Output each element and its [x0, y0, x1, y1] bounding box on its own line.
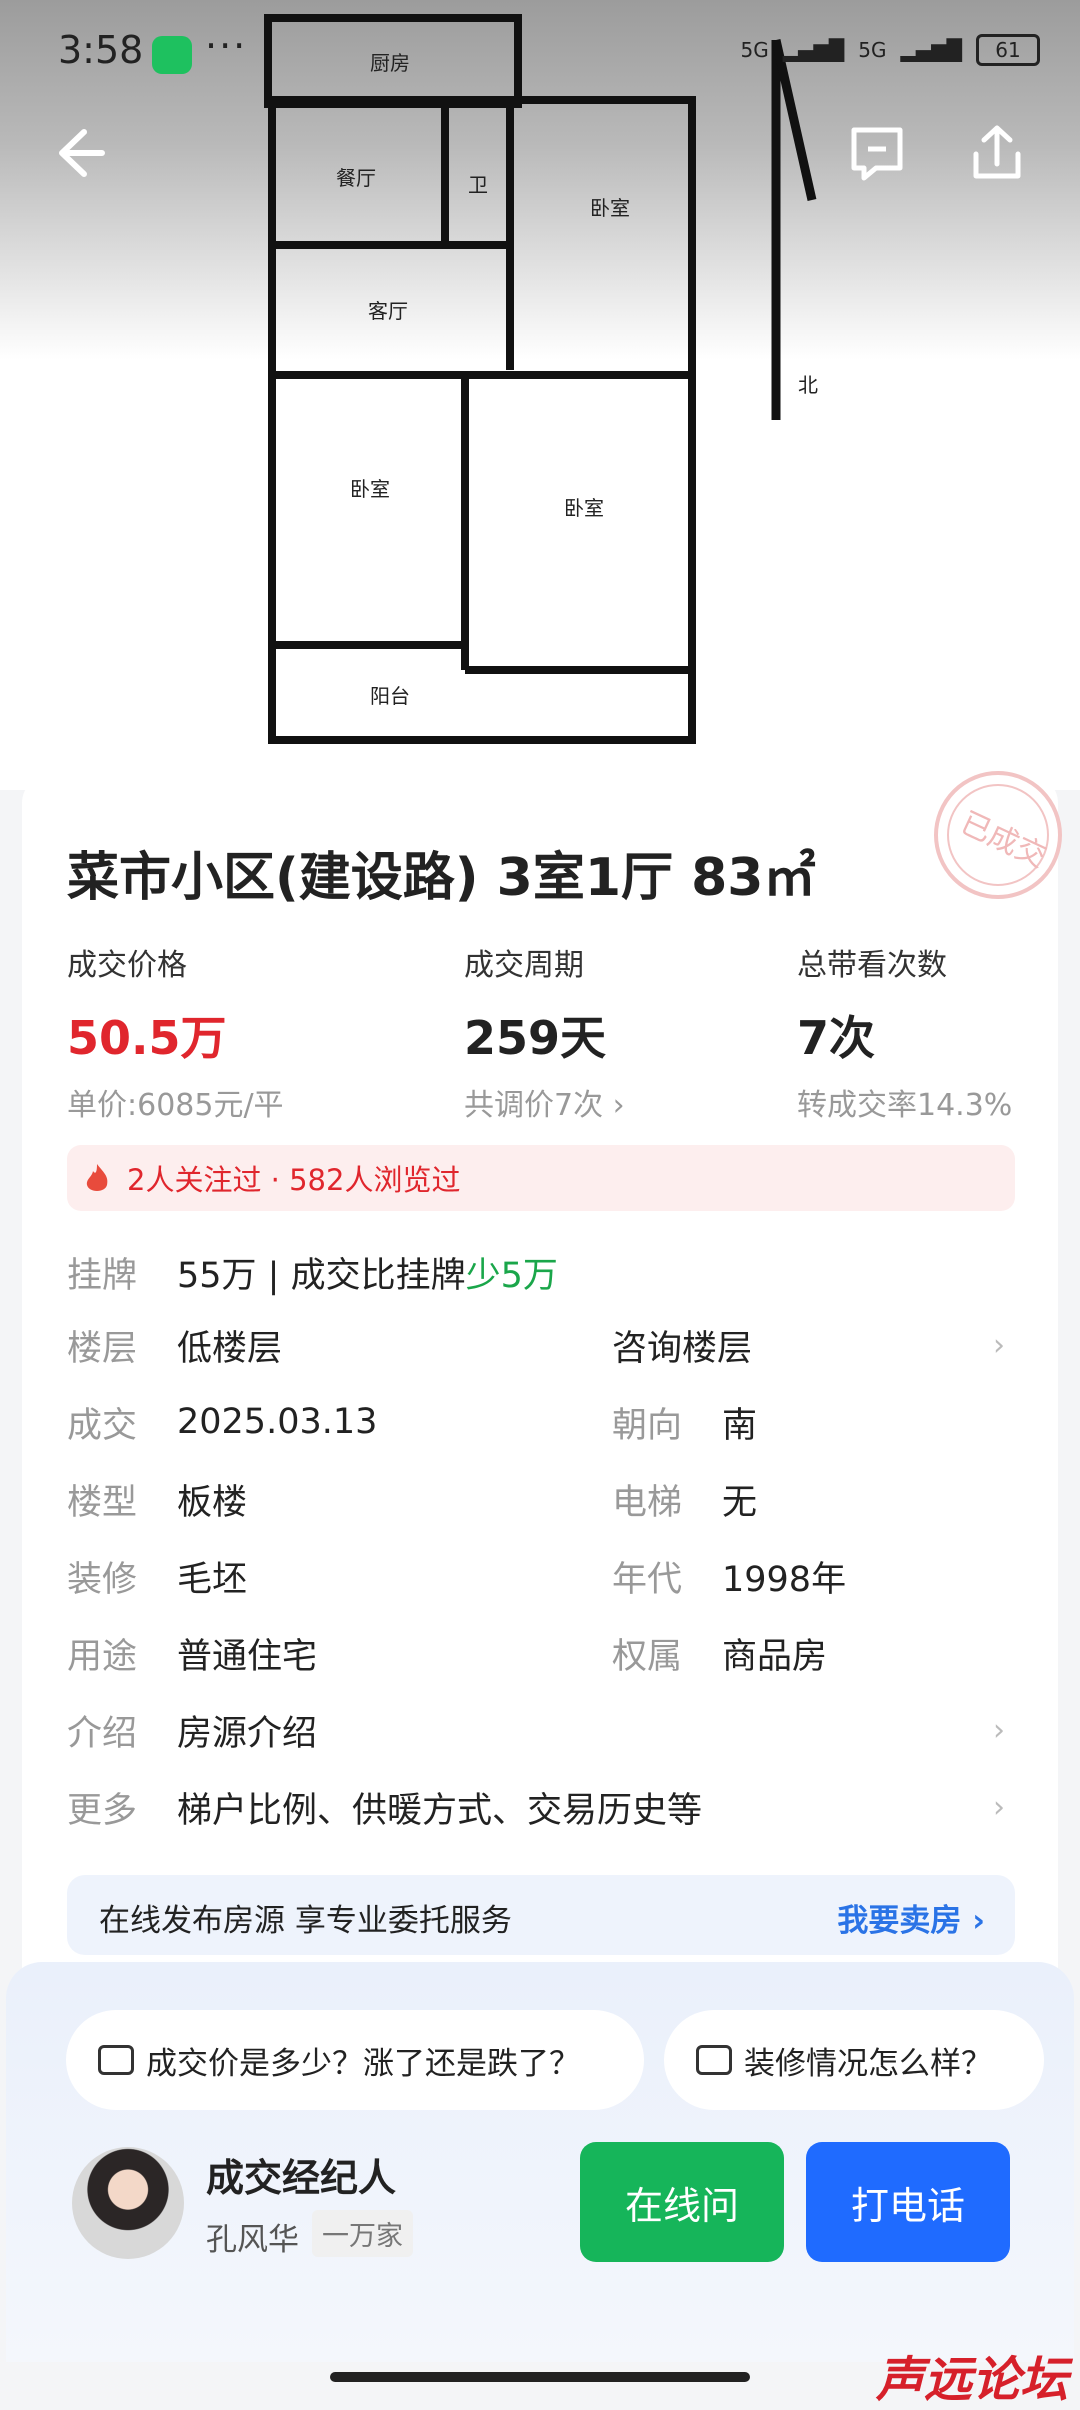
- detail-row-deal: 成交 2025.03.13 朝向 南: [67, 1387, 1015, 1457]
- detail-row-decoration: 装修 毛坯 年代 1998年: [67, 1541, 1015, 1611]
- share-icon[interactable]: [962, 118, 1032, 188]
- room-label: 餐厅: [336, 166, 376, 190]
- chat-icon: [98, 2045, 134, 2075]
- row-key: 用途: [67, 1636, 138, 1677]
- attention-banner: 2人关注过 · 582人浏览过: [67, 1145, 1015, 1211]
- row-key: 年代: [612, 1559, 683, 1600]
- listing-card: 已成交 菜市小区(建设路) 3室1厅 83㎡ 成交价格 50.5万 单价:608…: [22, 771, 1062, 2125]
- row-key: 介绍: [67, 1713, 138, 1754]
- room-label: 阳台: [370, 684, 410, 708]
- stat-sub: 单价:6085元/平: [67, 1088, 284, 1123]
- signal-bars-icon: ▂▄▆█: [900, 38, 962, 62]
- row-key: 挂牌: [67, 1255, 138, 1296]
- row-value: 2025.03.13: [177, 1402, 378, 1442]
- row-key: 电梯: [612, 1482, 683, 1523]
- row-value: 房源介绍: [177, 1713, 318, 1754]
- row-value: 商品房: [722, 1636, 828, 1677]
- row-key: 成交: [67, 1405, 138, 1446]
- sell-banner[interactable]: 在线发布房源 享专业委托服务 我要卖房 ›: [67, 1875, 1015, 1955]
- agent-role: 成交经纪人: [206, 2156, 397, 2200]
- status-bar: 3:58 ··· 5G ▂▄▆█ 5G ▂▄▆█ 61: [0, 0, 1080, 100]
- agent-avatar[interactable]: [72, 2147, 184, 2259]
- message-icon[interactable]: [842, 118, 912, 188]
- price-adjust-link[interactable]: 共调价7次 ›: [464, 1080, 625, 1124]
- stat-deal-price: 成交价格 50.5万 单价:6085元/平: [67, 940, 284, 1124]
- wechat-icon: [152, 36, 192, 74]
- home-indicator[interactable]: [330, 2372, 750, 2382]
- stat-label: 成交价格: [67, 948, 187, 983]
- room-label: 卧室: [350, 477, 390, 501]
- question-text: 成交价是多少？涨了还是跌了？: [146, 2045, 580, 2082]
- bottom-panel: 成交价是多少？涨了还是跌了？ 装修情况怎么样？ 成交经纪人 孔风华 一万家 在线…: [6, 1962, 1074, 2362]
- sell-banner-text: 在线发布房源 享专业委托服务: [99, 1903, 512, 1939]
- detail-row-listing: 挂牌 55万 | 成交比挂牌 少5万: [67, 1237, 1015, 1307]
- status-icons: 5G ▂▄▆█ 5G ▂▄▆█ 61: [740, 34, 1040, 66]
- stat-viewings: 总带看次数 7次 转成交率14.3%: [797, 940, 1012, 1124]
- row-key: 朝向: [612, 1405, 683, 1446]
- row-value: 南: [722, 1405, 758, 1446]
- detail-row-more[interactable]: 更多 梯户比例、供暖方式、交易历史等 ›: [67, 1772, 1015, 1842]
- north-label: 北: [798, 373, 818, 397]
- detail-row-building: 楼型 板楼 电梯 无: [67, 1464, 1015, 1534]
- room-label: 卧室: [590, 196, 630, 220]
- floorplan-drawing: 厨房 餐厅 卫 卧室 客厅 卧室 卧室 阳台 北: [264, 14, 818, 744]
- stat-value: 259天: [464, 1011, 607, 1065]
- fire-icon: [86, 1164, 108, 1191]
- stat-deal-cycle[interactable]: 成交周期 259天 共调价7次 ›: [464, 940, 625, 1124]
- stat-label: 成交周期: [464, 948, 584, 983]
- stat-label: 总带看次数: [797, 948, 947, 983]
- agent-company-tag: 一万家: [312, 2210, 413, 2257]
- sell-house-link[interactable]: 我要卖房 ›: [837, 1895, 985, 1940]
- call-button[interactable]: 打电话: [806, 2142, 1010, 2262]
- attention-text: 2人关注过 · 582人浏览过: [127, 1163, 461, 1197]
- signal-bars-icon: ▂▄▆█: [782, 38, 845, 62]
- row-value: 1998年: [722, 1559, 847, 1600]
- chevron-right-icon: ›: [993, 1327, 1005, 1363]
- room-label: 卧室: [564, 496, 604, 520]
- battery-icon: 61: [976, 34, 1040, 66]
- more-notifications-icon: ···: [205, 24, 248, 68]
- stat-sub: 转成交率14.3%: [797, 1088, 1013, 1123]
- detail-row-usage: 用途 普通住宅 权属 商品房: [67, 1618, 1015, 1688]
- back-arrow-icon[interactable]: [40, 118, 110, 188]
- chevron-right-icon: ›: [993, 1789, 1005, 1825]
- row-value: 板楼: [177, 1482, 248, 1523]
- question-chip-price[interactable]: 成交价是多少？涨了还是跌了？: [66, 2010, 644, 2110]
- stat-value: 7次: [797, 1011, 876, 1065]
- row-key: 装修: [67, 1559, 138, 1600]
- online-chat-button[interactable]: 在线问: [580, 2142, 784, 2262]
- stamp-text: 已成交: [955, 805, 1051, 875]
- row-key: 楼层: [67, 1328, 138, 1369]
- row-value: 梯户比例、供暖方式、交易历史等: [177, 1790, 703, 1831]
- detail-row-floor[interactable]: 楼层 低楼层 咨询楼层 ›: [67, 1310, 1015, 1380]
- row-value: 毛坯: [177, 1559, 248, 1600]
- price-diff: 少5万: [465, 1255, 558, 1296]
- signal-label: 5G: [740, 38, 769, 62]
- row-value: 低楼层: [177, 1328, 283, 1369]
- status-time: 3:58: [58, 28, 144, 72]
- floorplan-image[interactable]: 厨房 餐厅 卫 卧室 客厅 卧室 卧室 阳台 北 3:58 ··· 5G ▂▄▆…: [0, 0, 1080, 790]
- row-key: 楼型: [67, 1482, 138, 1523]
- detail-row-intro[interactable]: 介绍 房源介绍 ›: [67, 1695, 1015, 1765]
- row-key: 更多: [67, 1790, 138, 1831]
- stat-value: 50.5万: [67, 1011, 227, 1065]
- agent-name: 孔风华: [206, 2222, 299, 2258]
- row-key: 权属: [612, 1636, 683, 1677]
- row-value: 普通住宅: [177, 1636, 318, 1677]
- chat-icon: [696, 2045, 732, 2075]
- sold-stamp: 已成交: [934, 771, 1062, 899]
- row-value: 无: [722, 1482, 758, 1523]
- signal-label: 5G: [858, 38, 887, 62]
- consult-floor-link[interactable]: 咨询楼层: [612, 1320, 752, 1371]
- row-value: 55万 | 成交比挂牌: [177, 1255, 466, 1296]
- room-label: 卫: [468, 173, 488, 197]
- question-chip-decoration[interactable]: 装修情况怎么样？: [664, 2010, 1044, 2110]
- listing-title: 菜市小区(建设路) 3室1厅 83㎡: [67, 848, 816, 908]
- room-label: 客厅: [368, 299, 408, 323]
- question-text: 装修情况怎么样？: [744, 2045, 992, 2082]
- chevron-right-icon: ›: [993, 1712, 1005, 1748]
